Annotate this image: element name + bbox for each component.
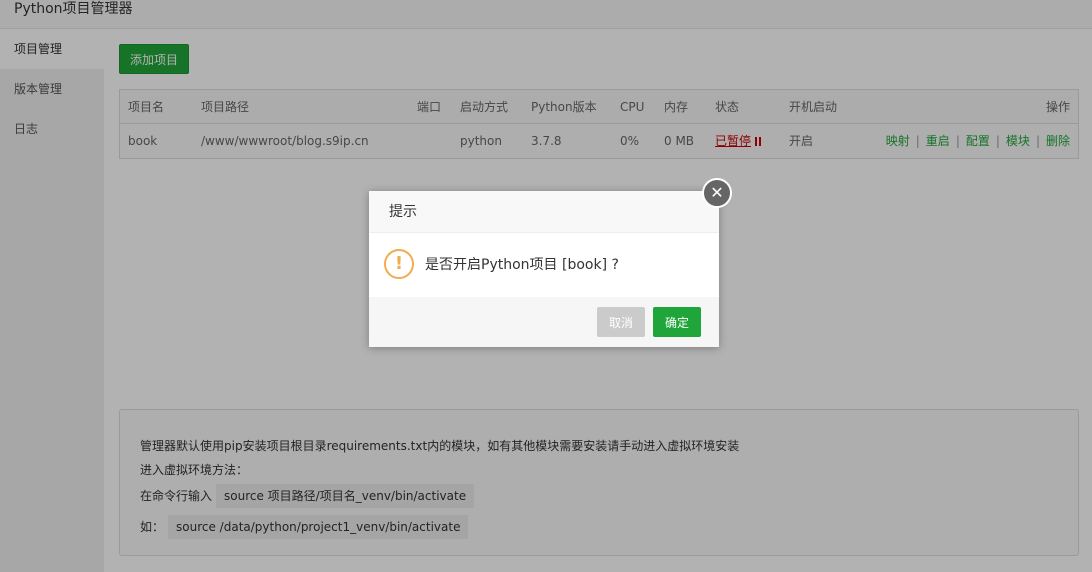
close-icon[interactable]: ✕ xyxy=(702,178,732,208)
dialog-footer: 取消 确定 xyxy=(369,297,719,347)
warning-icon: ! xyxy=(384,249,414,279)
dialog-body: ! 是否开启Python项目 [book] ? xyxy=(369,233,719,297)
dialog-message: 是否开启Python项目 [book] ? xyxy=(425,257,619,273)
confirm-dialog: 提示 ! 是否开启Python项目 [book] ? 取消 确定 xyxy=(369,191,719,347)
cancel-button[interactable]: 取消 xyxy=(597,307,645,337)
confirm-button[interactable]: 确定 xyxy=(653,307,701,337)
dialog-title: 提示 xyxy=(369,191,719,233)
